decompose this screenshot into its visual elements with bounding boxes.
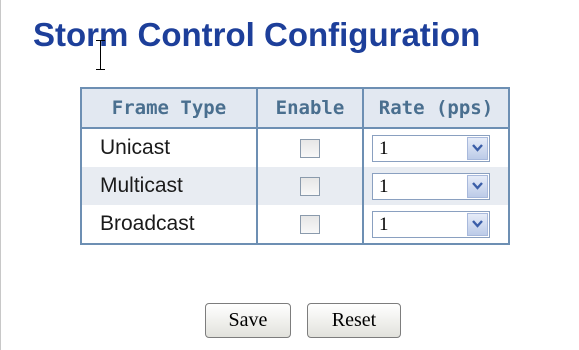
- text-cursor-icon: [96, 40, 105, 70]
- table-row-unicast: Unicast 1: [80, 128, 510, 167]
- table-row-multicast: Multicast 1: [80, 167, 510, 205]
- chevron-down-icon[interactable]: [467, 174, 488, 198]
- rate-value: 1: [379, 213, 389, 235]
- multicast-rate-select[interactable]: 1: [372, 172, 490, 200]
- table-row-broadcast: Broadcast 1: [80, 205, 510, 244]
- rate-value: 1: [379, 175, 389, 197]
- broadcast-enable-checkbox[interactable]: [300, 215, 320, 234]
- frame-type-label: Multicast: [80, 167, 258, 205]
- broadcast-rate-select[interactable]: 1: [372, 210, 490, 238]
- frame-type-label: Broadcast: [80, 205, 258, 244]
- storm-control-table: Frame Type Enable Rate (pps) Unicast 1 M…: [80, 87, 510, 245]
- chevron-down-icon[interactable]: [467, 212, 488, 236]
- chevron-down-icon[interactable]: [467, 136, 488, 160]
- header-enable: Enable: [256, 87, 364, 129]
- header-rate: Rate (pps): [362, 87, 510, 129]
- multicast-enable-checkbox[interactable]: [300, 177, 320, 196]
- rate-value: 1: [379, 137, 389, 159]
- unicast-enable-checkbox[interactable]: [300, 139, 320, 158]
- table-header-row: Frame Type Enable Rate (pps): [80, 87, 510, 129]
- unicast-rate-select[interactable]: 1: [372, 134, 490, 162]
- frame-type-label: Unicast: [80, 128, 258, 167]
- header-frame-type: Frame Type: [80, 87, 258, 129]
- page-left-border: [0, 0, 1, 350]
- reset-button[interactable]: Reset: [307, 303, 401, 338]
- save-button[interactable]: Save: [205, 303, 291, 338]
